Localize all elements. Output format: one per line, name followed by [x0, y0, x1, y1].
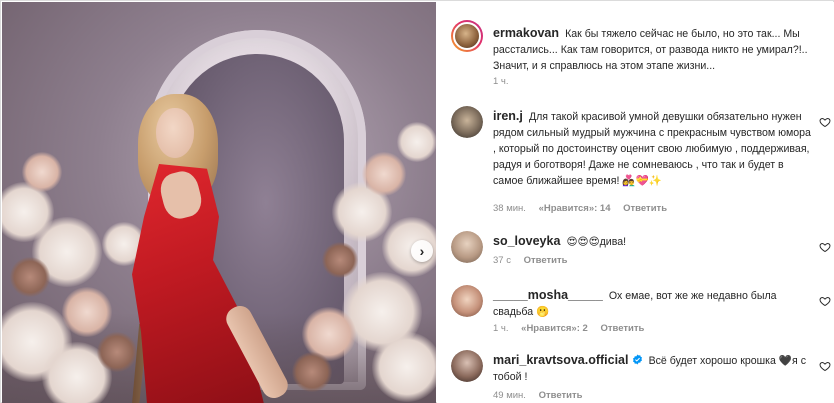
reply-button[interactable]: Ответить	[524, 255, 568, 266]
heart-icon[interactable]	[819, 241, 831, 253]
comment-time: 1 ч.	[493, 323, 509, 334]
reply-button[interactable]: Ответить	[539, 390, 583, 401]
comment-username[interactable]: _____mosha_____	[493, 288, 603, 302]
comment-item: iren.j Для такой красивой умной девушки …	[451, 106, 831, 218]
comment-meta: 38 мин. «Нравится»: 14 Ответить	[493, 203, 677, 214]
comment-time: 49 мин.	[493, 390, 526, 401]
flower	[10, 257, 50, 297]
comment-meta: 49 мин. Ответить	[493, 390, 592, 401]
avatar[interactable]	[451, 350, 483, 382]
comment-time: 37 с	[493, 255, 511, 266]
model-face	[156, 108, 194, 158]
comment-meta: 1 ч. «Нравится»: 2 Ответить	[493, 323, 654, 334]
flower	[62, 287, 112, 337]
flower	[322, 242, 358, 278]
avatar[interactable]	[451, 285, 483, 317]
comment-text: Для такой красивой умной девушки обязате…	[493, 111, 811, 187]
comment-item: mari_kravtsova.official Всё будет хорошо…	[451, 350, 831, 402]
post-window: › ermakovan Как бы тяжело сейчас не было…	[0, 0, 834, 403]
comment-username[interactable]: iren.j	[493, 109, 523, 123]
flower	[292, 352, 332, 392]
comment-likes[interactable]: «Нравится»: 14	[539, 203, 611, 214]
flower	[22, 152, 62, 192]
caption-time: 1 ч.	[493, 76, 509, 87]
comment-likes[interactable]: «Нравится»: 2	[521, 323, 588, 334]
flower	[397, 122, 436, 162]
reply-button[interactable]: Ответить	[623, 203, 667, 214]
flower	[97, 332, 137, 372]
chevron-right-icon: ›	[419, 243, 425, 259]
heart-icon[interactable]	[819, 360, 831, 372]
heart-icon[interactable]	[819, 116, 831, 128]
post-photo: ›	[2, 2, 436, 403]
post-caption: ermakovan Как бы тяжело сейчас не было, …	[451, 20, 831, 90]
caption-meta: 1 ч.	[493, 76, 519, 87]
comment-text: 😍😍😍дива!	[566, 236, 627, 248]
comment-item: so_loveyka 😍😍😍дива! 37 с Ответить	[451, 231, 831, 271]
comment-meta: 37 с Ответить	[493, 255, 578, 266]
comments-panel[interactable]: ermakovan Как бы тяжело сейчас не было, …	[437, 2, 834, 403]
comment-username[interactable]: so_loveyka	[493, 234, 560, 248]
carousel-next-button[interactable]: ›	[411, 240, 433, 262]
comment-username[interactable]: mari_kravtsova.official	[493, 353, 629, 367]
flower	[372, 332, 436, 402]
avatar[interactable]	[451, 20, 483, 52]
reply-button[interactable]: Ответить	[600, 323, 644, 334]
caption-username[interactable]: ermakovan	[493, 26, 559, 40]
verified-badge-icon	[632, 354, 642, 365]
flower	[362, 152, 406, 196]
avatar[interactable]	[451, 106, 483, 138]
comment-item: _____mosha_____ Ох емае, вот же же недав…	[451, 285, 831, 337]
heart-icon[interactable]	[819, 295, 831, 307]
comment-time: 38 мин.	[493, 203, 526, 214]
avatar[interactable]	[451, 231, 483, 263]
